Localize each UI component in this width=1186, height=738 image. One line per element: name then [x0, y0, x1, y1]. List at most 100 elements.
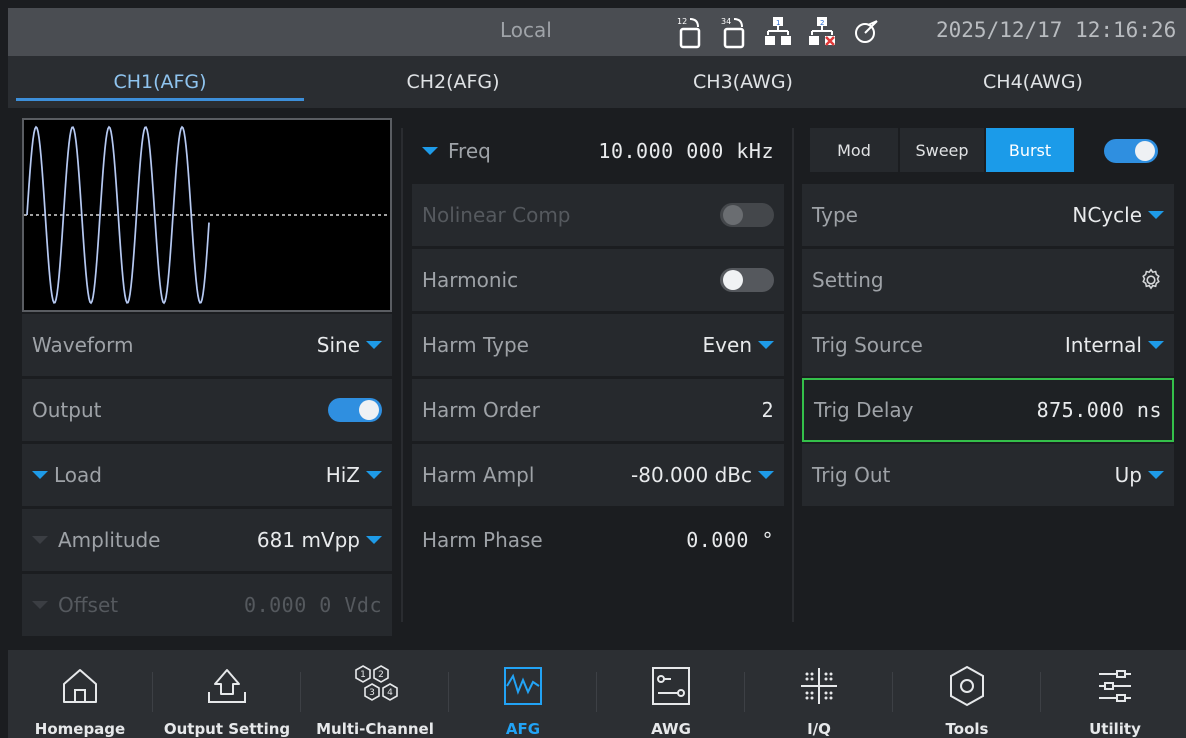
utility-icon: [1099, 670, 1131, 702]
tab-ch4[interactable]: CH4(AWG): [918, 56, 1148, 108]
dropdown-arrow-icon: [366, 471, 382, 479]
harm-type-label: Harm Type: [422, 333, 529, 357]
nav-awg-label: AWG: [651, 720, 691, 738]
mode-indicator: Local: [500, 18, 552, 42]
type-value: NCycle: [1072, 203, 1142, 227]
output-label: Output: [32, 398, 102, 422]
nav-divider: [744, 672, 745, 712]
channel-tabs: CH1(AFG) CH2(AFG) CH3(AWG) CH4(AWG): [8, 56, 1186, 108]
dropdown-arrow-icon: [758, 471, 774, 479]
harm-order-value: 2: [761, 398, 774, 422]
nonlinear-comp-row: Nolinear Comp: [412, 184, 784, 246]
nav-tools[interactable]: Tools: [912, 650, 1022, 738]
dropdown-arrow-icon: [366, 536, 382, 544]
nav-utility[interactable]: Utility: [1060, 650, 1170, 738]
svg-text:4: 4: [387, 688, 393, 698]
iq-icon: [801, 668, 837, 704]
nonlinear-comp-toggle: [720, 203, 774, 227]
trig-source-value: Internal: [1064, 333, 1142, 357]
amplitude-value: 681 mVpp: [256, 528, 360, 552]
nav-awg[interactable]: AWG: [616, 650, 726, 738]
harmonic-toggle[interactable]: [720, 268, 774, 292]
ch12-badge: 12: [677, 17, 687, 26]
offset-label: Offset: [58, 593, 119, 617]
multi-channel-icon: 1 23 4: [355, 665, 398, 701]
harm-phase-row[interactable]: Harm Phase 0.000 °: [412, 509, 784, 571]
datetime: 2025/12/17 12:16:26: [936, 18, 1177, 42]
nav-afg[interactable]: AFG: [468, 650, 578, 738]
nav-divider: [1040, 672, 1041, 712]
harm-order-label: Harm Order: [422, 398, 540, 422]
dropdown-arrow-icon: [366, 341, 382, 349]
nav-multi-channel-label: Multi-Channel: [316, 720, 434, 738]
harmonic-label: Harmonic: [422, 268, 519, 292]
waveform-row[interactable]: Waveform Sine: [22, 314, 392, 376]
expand-arrow-icon: [32, 601, 48, 609]
ch34-link-icon: 34: [721, 17, 745, 49]
network-1-badge: 1: [776, 19, 780, 27]
harm-type-value: Even: [702, 333, 752, 357]
freq-label: Freq: [448, 139, 491, 163]
nav-homepage-label: Homepage: [34, 720, 126, 738]
nav-output-setting-label: Output Setting: [163, 720, 291, 738]
afg-icon: [504, 667, 542, 705]
output-setting-icon: [208, 669, 246, 703]
svg-text:1: 1: [360, 670, 366, 680]
svg-text:3: 3: [369, 688, 375, 698]
tools-icon: [950, 665, 984, 707]
nav-output-setting[interactable]: Output Setting: [162, 650, 292, 738]
load-row[interactable]: Load HiZ: [22, 444, 392, 506]
dropdown-arrow-icon: [1148, 341, 1164, 349]
tab-ch2[interactable]: CH2(AFG): [338, 56, 568, 108]
setting-row[interactable]: Setting: [802, 249, 1174, 311]
amplitude-label: Amplitude: [58, 528, 161, 552]
trig-delay-label: Trig Delay: [814, 398, 914, 422]
nav-homepage[interactable]: Homepage: [28, 650, 132, 738]
trig-out-row[interactable]: Trig Out Up: [802, 444, 1174, 506]
gear-icon[interactable]: [1138, 267, 1164, 293]
trig-source-row[interactable]: Trig Source Internal: [802, 314, 1174, 376]
network-1-icon: 1: [765, 17, 791, 45]
sync-icon: [855, 20, 878, 43]
sweep-button[interactable]: Sweep: [900, 128, 984, 172]
harm-type-row[interactable]: Harm Type Even: [412, 314, 784, 376]
dropdown-arrow-icon: [1148, 211, 1164, 219]
trig-source-label: Trig Source: [812, 333, 923, 357]
tab-ch3[interactable]: CH3(AWG): [628, 56, 858, 108]
status-bar: Local 12 34 1 2 2025/12/17 12:16:26: [8, 8, 1186, 56]
expand-arrow-icon: [422, 147, 438, 155]
burst-button[interactable]: Burst: [986, 128, 1074, 172]
burst-enable-toggle[interactable]: [1104, 139, 1158, 163]
column-divider: [401, 128, 403, 622]
amplitude-row[interactable]: Amplitude 681 mVpp: [22, 509, 392, 571]
waveform-preview: [22, 118, 392, 312]
harm-ampl-row[interactable]: Harm Ampl -80.000 dBc: [412, 444, 784, 506]
freq-value: 10.000 000 kHz: [598, 139, 774, 163]
trig-out-label: Trig Out: [812, 463, 891, 487]
nav-utility-label: Utility: [1089, 720, 1141, 738]
nav-iq[interactable]: I/Q: [764, 650, 874, 738]
nav-afg-label: AFG: [505, 720, 541, 738]
harm-ampl-value: -80.000 dBc: [631, 463, 752, 487]
sine-wave-plot: [24, 125, 390, 305]
column-divider: [792, 128, 794, 622]
load-label: Load: [54, 463, 102, 487]
ch34-badge: 34: [721, 17, 731, 26]
nav-multi-channel[interactable]: 1 23 4 Multi-Channel: [310, 650, 440, 738]
trig-delay-row[interactable]: Trig Delay 875.000 ns: [802, 378, 1174, 442]
harm-order-row[interactable]: Harm Order 2: [412, 379, 784, 441]
expand-arrow-icon: [32, 536, 48, 544]
waveform-value: Sine: [316, 333, 360, 357]
mod-button[interactable]: Mod: [810, 128, 898, 172]
output-toggle[interactable]: [328, 398, 382, 422]
trig-out-value: Up: [1114, 463, 1142, 487]
harmonic-row: Harmonic: [412, 249, 784, 311]
ch12-link-icon: 12: [677, 17, 701, 49]
awg-icon: [652, 667, 690, 705]
type-row[interactable]: Type NCycle: [802, 184, 1174, 246]
freq-row[interactable]: Freq 10.000 000 kHz: [412, 120, 784, 182]
harm-phase-label: Harm Phase: [422, 528, 543, 552]
offset-value: 0.000 0 Vdc: [244, 593, 382, 617]
waveform-label: Waveform: [32, 333, 134, 357]
nav-divider: [300, 672, 301, 712]
